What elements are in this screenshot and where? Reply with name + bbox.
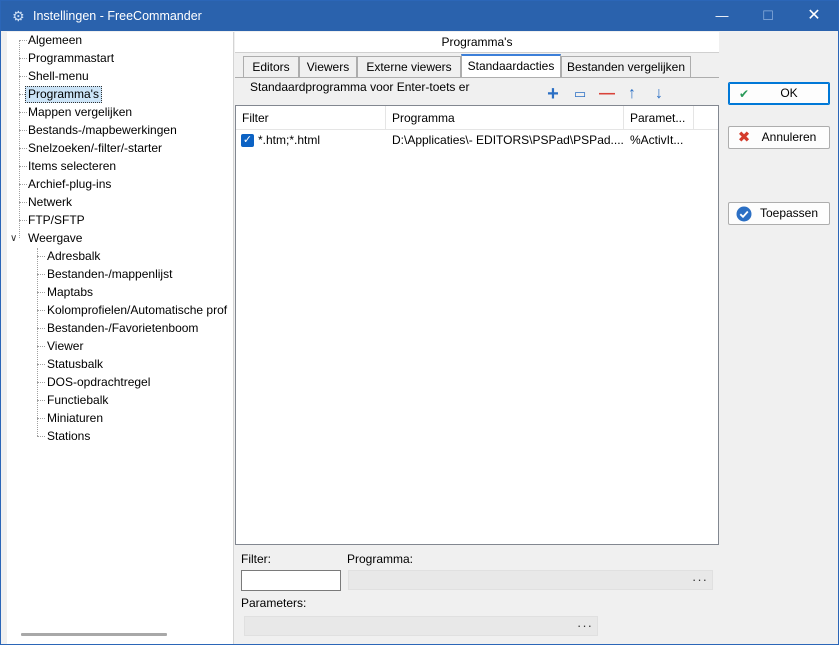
close-icon: ✖ (737, 129, 751, 146)
browse-parameters-button: ··· (577, 618, 593, 633)
tree-item-stations[interactable]: Stations (45, 428, 92, 445)
tree-connector (37, 418, 45, 419)
tree-item-kolomprofielen[interactable]: Kolomprofielen/Automatische prof (45, 302, 229, 319)
tree-item-ftp-sftp[interactable]: FTP/SFTP (26, 212, 87, 229)
remove-icon[interactable]: — (598, 85, 616, 103)
actions-grid[interactable]: Filter Programma Paramet... ✓ *.htm;*.ht… (235, 105, 719, 545)
tree-connector (37, 256, 45, 257)
grid-header: Filter Programma Paramet... (236, 106, 718, 130)
minimize-button[interactable]: — (699, 1, 745, 31)
tree-divider (233, 32, 234, 644)
tab-bestanden-vergelijken[interactable]: Bestanden vergelijken (561, 56, 691, 78)
browse-program-button: ··· (692, 572, 708, 587)
tree-item-dos-opdrachtregel[interactable]: DOS-opdrachtregel (45, 374, 152, 391)
tree-item-weergave[interactable]: Weergave (26, 230, 84, 247)
move-down-icon[interactable]: ↓ (650, 85, 668, 103)
filter-input[interactable] (241, 570, 341, 591)
tab-externe-viewers[interactable]: Externe viewers (357, 56, 461, 78)
tree-connector (19, 40, 20, 238)
ok-button[interactable]: ✔ OK (728, 82, 830, 105)
tree-item-favorietenboom[interactable]: Bestanden-/Favorietenboom (45, 320, 200, 337)
tree-item-archief-plug-ins[interactable]: Archief-plug-ins (26, 176, 113, 193)
tree-item-miniaturen[interactable]: Miniaturen (45, 410, 105, 427)
gear-icon: ⚙ (12, 8, 25, 24)
tree-item-programmastart[interactable]: Programmastart (26, 50, 116, 67)
apply-button-label: Toepassen (759, 206, 819, 220)
check-circle-icon (736, 206, 752, 222)
cancel-button-label: Annuleren (761, 130, 817, 144)
column-header-parameters[interactable]: Paramet... (624, 106, 694, 130)
tree-item-snelzoeken[interactable]: Snelzoeken/-filter/-starter (26, 140, 164, 157)
tab-editors[interactable]: Editors (243, 56, 299, 78)
section-label: Standaardprogramma voor Enter-toets er (250, 80, 470, 94)
tree-item-maptabs[interactable]: Maptabs (45, 284, 95, 301)
parameters-label: Parameters: (241, 596, 307, 610)
tab-bar: Editors Viewers Externe viewers Standaar… (235, 54, 719, 78)
tree-item-functiebalk[interactable]: Functiebalk (45, 392, 110, 409)
cancel-button[interactable]: ✖ Annuleren (728, 126, 830, 149)
tab-standaardacties[interactable]: Standaardacties (461, 54, 561, 78)
column-header-programma[interactable]: Programma (386, 106, 624, 130)
tree-horizontal-scrollbar[interactable] (21, 633, 167, 636)
tree-item-adresbalk[interactable]: Adresbalk (45, 248, 102, 265)
programma-label: Programma: (347, 552, 414, 566)
tree-item-bestandenlijst[interactable]: Bestanden-/mappenlijst (45, 266, 174, 283)
move-up-icon[interactable]: ↑ (623, 85, 641, 103)
title-bar[interactable]: ⚙ Instellingen - FreeCommander — ☐ ✕ (1, 1, 838, 31)
tree-item-viewer[interactable]: Viewer (45, 338, 85, 355)
apply-button[interactable]: Toepassen (728, 202, 830, 225)
tree-connector (37, 346, 45, 347)
maximize-button[interactable]: ☐ (745, 1, 791, 31)
cell-programma: D:\Applicaties\- EDITORS\PSPad\PSPad.... (392, 133, 624, 147)
edit-icon[interactable]: ▭ (571, 85, 589, 103)
tree-connector (37, 248, 38, 436)
parameters-input: ··· (244, 616, 598, 636)
tree-item-bestandsbewerkingen[interactable]: Bestands-/mapbewerkingen (26, 122, 179, 139)
window-title: Instellingen - FreeCommander (33, 9, 202, 23)
settings-window: ⚙ Instellingen - FreeCommander — ☐ ✕ Alg… (0, 0, 839, 645)
tree-connector (37, 364, 45, 365)
add-icon[interactable]: + (544, 84, 562, 104)
column-header-filter[interactable]: Filter (236, 106, 386, 130)
table-row[interactable]: ✓ *.htm;*.html D:\Applicaties\- EDITORS\… (236, 130, 718, 150)
tree-connector (37, 328, 45, 329)
ok-button-label: OK (780, 86, 798, 100)
close-button[interactable]: ✕ (791, 1, 837, 31)
filter-label: Filter: (241, 552, 271, 566)
cell-filter: *.htm;*.html (258, 133, 321, 147)
tree-connector (37, 292, 45, 293)
tree-item-statusbalk[interactable]: Statusbalk (45, 356, 105, 373)
tree-item-algemeen[interactable]: Algemeen (26, 32, 84, 49)
tree-connector (37, 382, 45, 383)
tree-connector (37, 274, 45, 275)
chevron-down-icon[interactable]: ∨ (10, 233, 17, 245)
tree-connector (37, 436, 45, 437)
tree-item-mappen-vergelijken[interactable]: Mappen vergelijken (26, 104, 134, 121)
check-icon: ✔ (738, 87, 750, 101)
programma-input: ··· (348, 570, 713, 590)
cell-parameters: %ActivIt... (630, 133, 684, 147)
tree-item-programmas[interactable]: Programma's (25, 86, 102, 103)
tab-viewers[interactable]: Viewers (299, 56, 357, 78)
panel-title: Programma's (235, 32, 719, 53)
tree-item-items-selecteren[interactable]: Items selecteren (26, 158, 118, 175)
tree-connector (37, 310, 45, 311)
tree-item-shell-menu[interactable]: Shell-menu (26, 68, 91, 85)
tree-item-netwerk[interactable]: Netwerk (26, 194, 74, 211)
settings-tree[interactable]: Algemeen Programmastart Shell-menu Progr… (7, 32, 233, 644)
tree-connector (37, 400, 45, 401)
